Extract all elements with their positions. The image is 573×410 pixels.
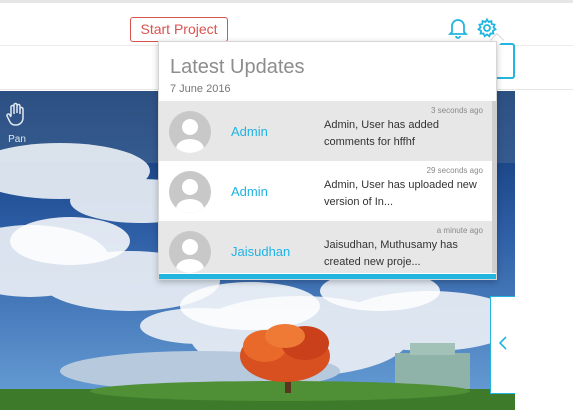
right-panel	[515, 91, 573, 410]
notification-item[interactable]: Admin 3 seconds ago Admin, User has adde…	[159, 101, 492, 161]
avatar	[169, 231, 211, 273]
notification-list: Admin 3 seconds ago Admin, User has adde…	[159, 101, 492, 273]
header-bar: Start Project	[0, 3, 573, 46]
chevron-left-icon	[498, 335, 508, 356]
notification-time: a minute ago	[436, 226, 483, 235]
notification-item[interactable]: Admin 29 seconds ago Admin, User has upl…	[159, 161, 492, 221]
pan-label: Pan	[8, 134, 26, 145]
updates-date: 7 June 2016	[170, 83, 231, 95]
notification-user[interactable]: Admin	[231, 124, 268, 139]
side-panel-toggle[interactable]	[490, 296, 515, 394]
notification-user[interactable]: Jaisudhan	[231, 244, 290, 259]
scrollbar[interactable]	[492, 101, 497, 273]
panel-bottom-border	[159, 274, 496, 279]
notification-item[interactable]: Jaisudhan a minute ago Jaisudhan, Muthus…	[159, 221, 492, 273]
updates-title: Latest Updates	[170, 56, 305, 78]
latest-updates-panel: Latest Updates 7 June 2016 Admin 3 secon…	[158, 41, 497, 280]
pan-tool[interactable]: Pan	[4, 102, 30, 150]
avatar	[169, 171, 211, 213]
notification-user[interactable]: Admin	[231, 184, 268, 199]
start-project-button[interactable]: Start Project	[130, 17, 228, 42]
avatar	[169, 111, 211, 153]
notification-message: Admin, User has uploaded new version of …	[324, 179, 477, 208]
notification-message: Admin, User has added comments for hffhf	[324, 119, 439, 148]
notification-time: 3 seconds ago	[430, 106, 483, 115]
notification-message: Jaisudhan, Muthusamy has created new pro…	[324, 239, 458, 268]
hand-icon	[5, 102, 29, 132]
notification-time: 29 seconds ago	[426, 166, 484, 175]
bell-icon[interactable]	[445, 15, 471, 41]
